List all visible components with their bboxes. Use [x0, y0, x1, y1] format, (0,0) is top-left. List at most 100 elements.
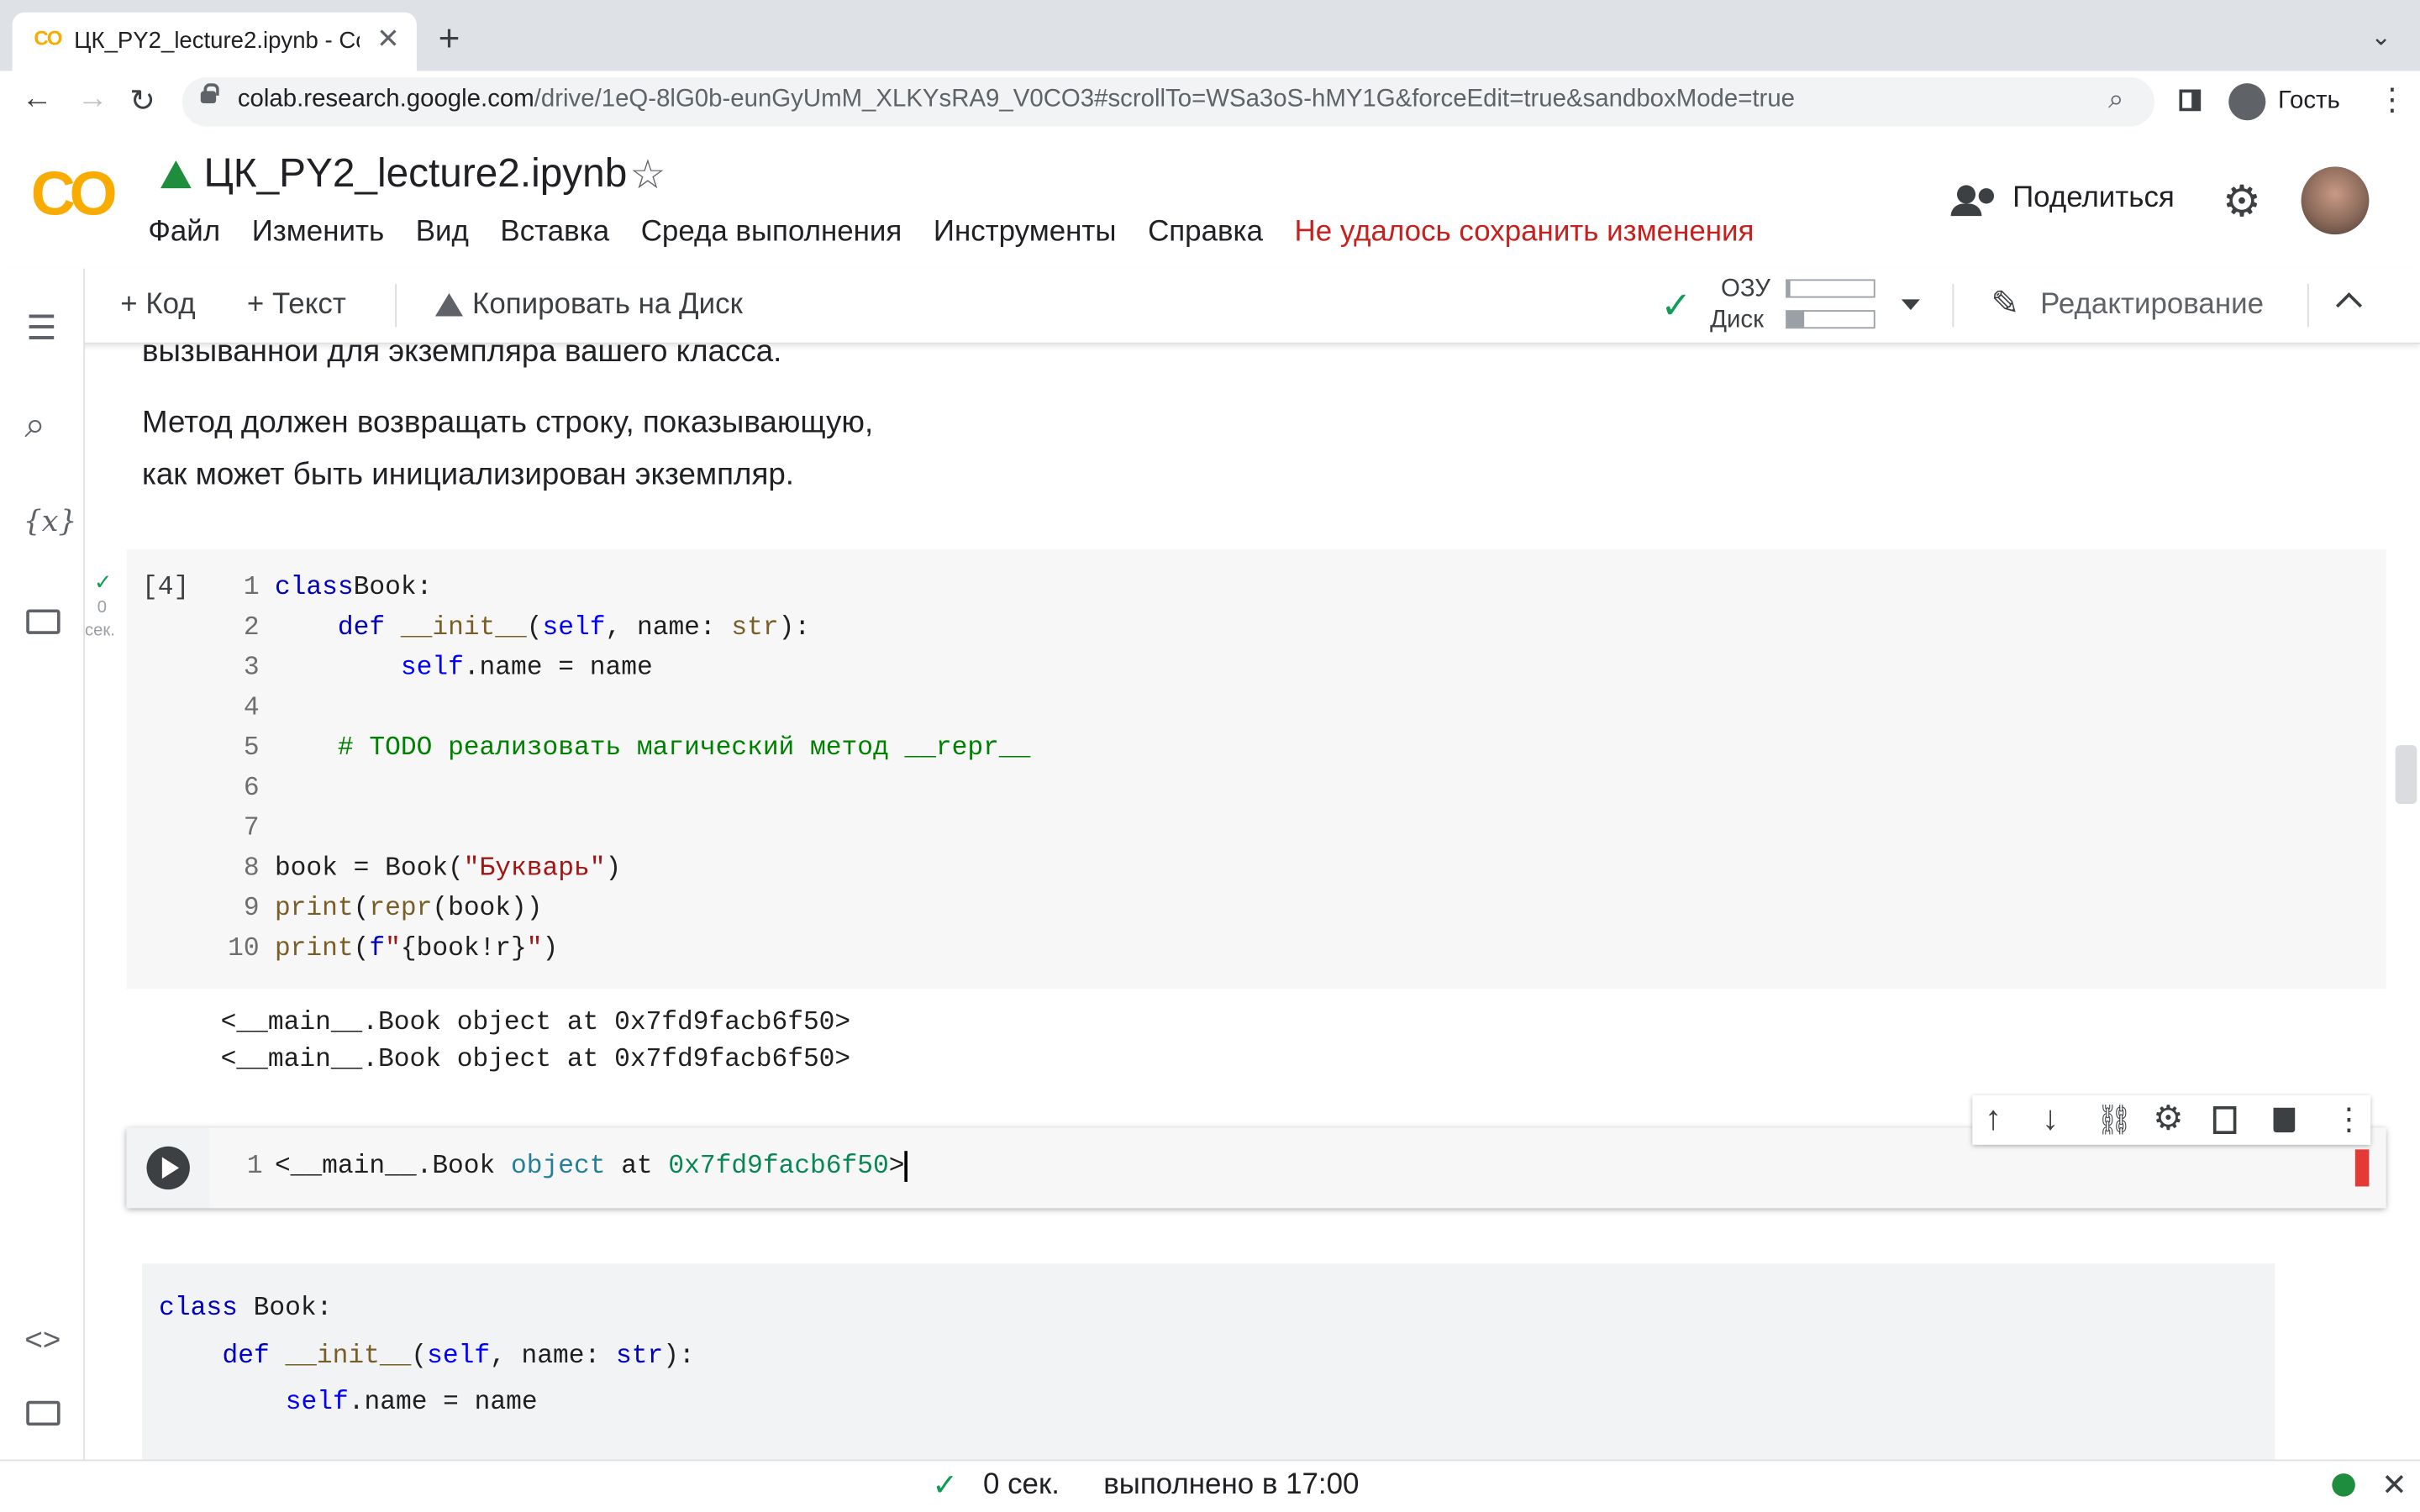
variables-icon[interactable]: {x} [24, 505, 77, 538]
line-number: 5 [243, 734, 260, 764]
code-token: ( [526, 614, 543, 643]
share-button[interactable]: Поделиться [1950, 176, 2198, 225]
text-cell-line: Метод должен возвращать строку, показыва… [141, 406, 874, 440]
code-token: ): [778, 614, 811, 643]
profile-label: Гость [2278, 87, 2340, 114]
folder-icon[interactable] [26, 609, 60, 634]
exec-time-unit: сек. [85, 622, 115, 641]
reload-icon[interactable]: ↻ [129, 81, 155, 120]
preview-line: class Book: [159, 1294, 333, 1324]
code-line: 6 [219, 770, 1031, 811]
scrollbar-thumb[interactable] [2395, 745, 2417, 804]
add-code-button[interactable]: + Код [120, 288, 195, 322]
code-token: .name = name [463, 654, 653, 684]
code-token: self [542, 614, 606, 643]
play-icon [161, 1157, 180, 1179]
people-icon-second [1978, 188, 1995, 204]
colab-logo[interactable]: CO [31, 160, 118, 230]
edit-mode-button[interactable]: Редактирование [2040, 288, 2264, 322]
menu-insert[interactable]: Вставка [500, 216, 609, 249]
code-token: str [731, 614, 779, 643]
browser-tab-title: ЦК_PY2_lecture2.ipynb - Colab [74, 28, 360, 55]
text-cursor [904, 1150, 908, 1182]
menu-edit[interactable]: Изменить [252, 216, 384, 249]
cell-settings-icon[interactable]: ⚙ [2153, 1099, 2183, 1139]
code-token: print [274, 935, 354, 964]
address-bar[interactable]: colab.research.google.com/drive/1eQ-8lG0… [182, 76, 2155, 127]
cell-action-toolbar: ↑ ↓ ⛓ ⚙ ⋮ [1972, 1095, 2371, 1145]
notebook-content: вызыванной для экземпляра вашего класса.… [85, 344, 2420, 1460]
delete-cell-icon[interactable] [2273, 1107, 2296, 1133]
close-status-icon[interactable]: ✕ [2381, 1466, 2407, 1504]
code-line: 5 # TODO реализовать магический метод __… [219, 730, 1031, 770]
preview-line: def __init__(self, name: str): [222, 1341, 695, 1372]
notebook-title[interactable]: ЦК_PY2_lecture2.ipynb [203, 150, 627, 197]
user-avatar[interactable] [2301, 166, 2370, 235]
code-token: {book!r} [400, 935, 527, 964]
ram-usage-bar[interactable] [1786, 279, 1876, 298]
browser-menu-icon[interactable]: ⋮ [2377, 81, 2408, 119]
status-time: 0 сек. [983, 1468, 1060, 1502]
resources-dropdown-icon[interactable] [1901, 299, 1920, 311]
active-cell-code[interactable]: <__main__.Book object at 0x7fd9facb6f50> [275, 1148, 908, 1189]
menu-tools[interactable]: Инструменты [934, 216, 1117, 249]
code-token: __init__ [385, 614, 527, 643]
code-cell[interactable]: [4] 1 classBook: 2 def __init__(self, name… [126, 549, 2386, 990]
line-number: 4 [243, 694, 260, 724]
save-error-message[interactable]: Не удалось сохранить изменения [1295, 216, 1754, 249]
code-token: ) [542, 935, 559, 964]
zoom-icon[interactable]: ⌕ [2108, 83, 2124, 116]
copy-to-drive-button[interactable]: Копировать на Диск [472, 288, 743, 322]
status-completed[interactable]: выполнено в 17:00 [1103, 1469, 1359, 1503]
link-to-cell-icon[interactable]: ⛓ [2096, 1101, 2133, 1138]
code-token: def [337, 614, 386, 643]
close-tab-icon[interactable]: ✕ [376, 24, 400, 56]
status-check-icon: ✓ [932, 1468, 959, 1503]
code-token: Book: [353, 574, 433, 604]
code-token: at [605, 1152, 669, 1182]
add-text-button[interactable]: + Текст [247, 288, 346, 322]
kernel-status-dot [2332, 1473, 2355, 1497]
command-palette-icon[interactable] [26, 1400, 60, 1426]
search-icon[interactable]: ⌕ [24, 404, 45, 447]
code-token: book = Book( [274, 854, 464, 885]
menu-runtime[interactable]: Среда выполнения [641, 216, 902, 249]
menu-file[interactable]: Файл [148, 216, 220, 249]
code-token: " [385, 935, 401, 964]
code-snippets-icon[interactable]: <> [24, 1324, 60, 1359]
url-domain: colab.research.google.com [237, 86, 534, 113]
table-of-contents-icon[interactable]: ☰ [26, 308, 56, 349]
tab-list-chevron-icon[interactable]: ⌄ [2370, 22, 2391, 53]
mirror-cell-icon[interactable] [2212, 1105, 2237, 1135]
browser-tab[interactable]: CO ЦК_PY2_lecture2.ipynb - Colab ✕ [12, 12, 417, 71]
code-token: ) [605, 854, 622, 885]
more-options-icon[interactable]: ⋮ [2333, 1100, 2365, 1139]
forward-arrow-icon[interactable]: → [77, 81, 108, 117]
code-token: ( [353, 895, 370, 925]
drive-icon [160, 160, 192, 189]
toolbar-divider [395, 283, 397, 328]
move-cell-up-icon[interactable]: ↑ [1985, 1099, 2002, 1139]
code-editor[interactable]: 1 classBook: 2 def __init__(self, name: st… [219, 570, 1031, 971]
url-path: /drive/1eQ-8lG0b-eunGyUmM_XLKYsRA9_V0CO3… [534, 86, 1796, 113]
new-tab-icon[interactable]: + [439, 18, 460, 61]
code-token: <__main__.Book [274, 1152, 512, 1182]
back-arrow-icon[interactable]: ← [22, 81, 53, 117]
settings-gear-icon[interactable]: ⚙ [2223, 176, 2261, 227]
connected-check-icon: ✓ [1660, 285, 1692, 328]
disk-usage-bar[interactable] [1786, 310, 1876, 329]
code-token: repr [369, 895, 433, 925]
text-cell[interactable]: вызыванной для экземпляра вашего класса.… [142, 344, 2302, 501]
star-icon[interactable]: ☆ [629, 151, 666, 199]
move-cell-down-icon[interactable]: ↓ [2042, 1099, 2059, 1139]
code-token: , name: [605, 614, 732, 643]
profile-chip[interactable]: Гость [2222, 76, 2399, 127]
code-line: 9 print(repr(book)) [219, 890, 1031, 931]
side-panel-icon[interactable] [2179, 89, 2202, 112]
code-token: > [888, 1152, 905, 1182]
output-line: <__main__.Book object at 0x7fd9facb6f50> [220, 1046, 851, 1076]
line-number: 10 [228, 935, 260, 964]
menu-view[interactable]: Вид [416, 216, 469, 249]
menu-help[interactable]: Справка [1148, 216, 1263, 249]
